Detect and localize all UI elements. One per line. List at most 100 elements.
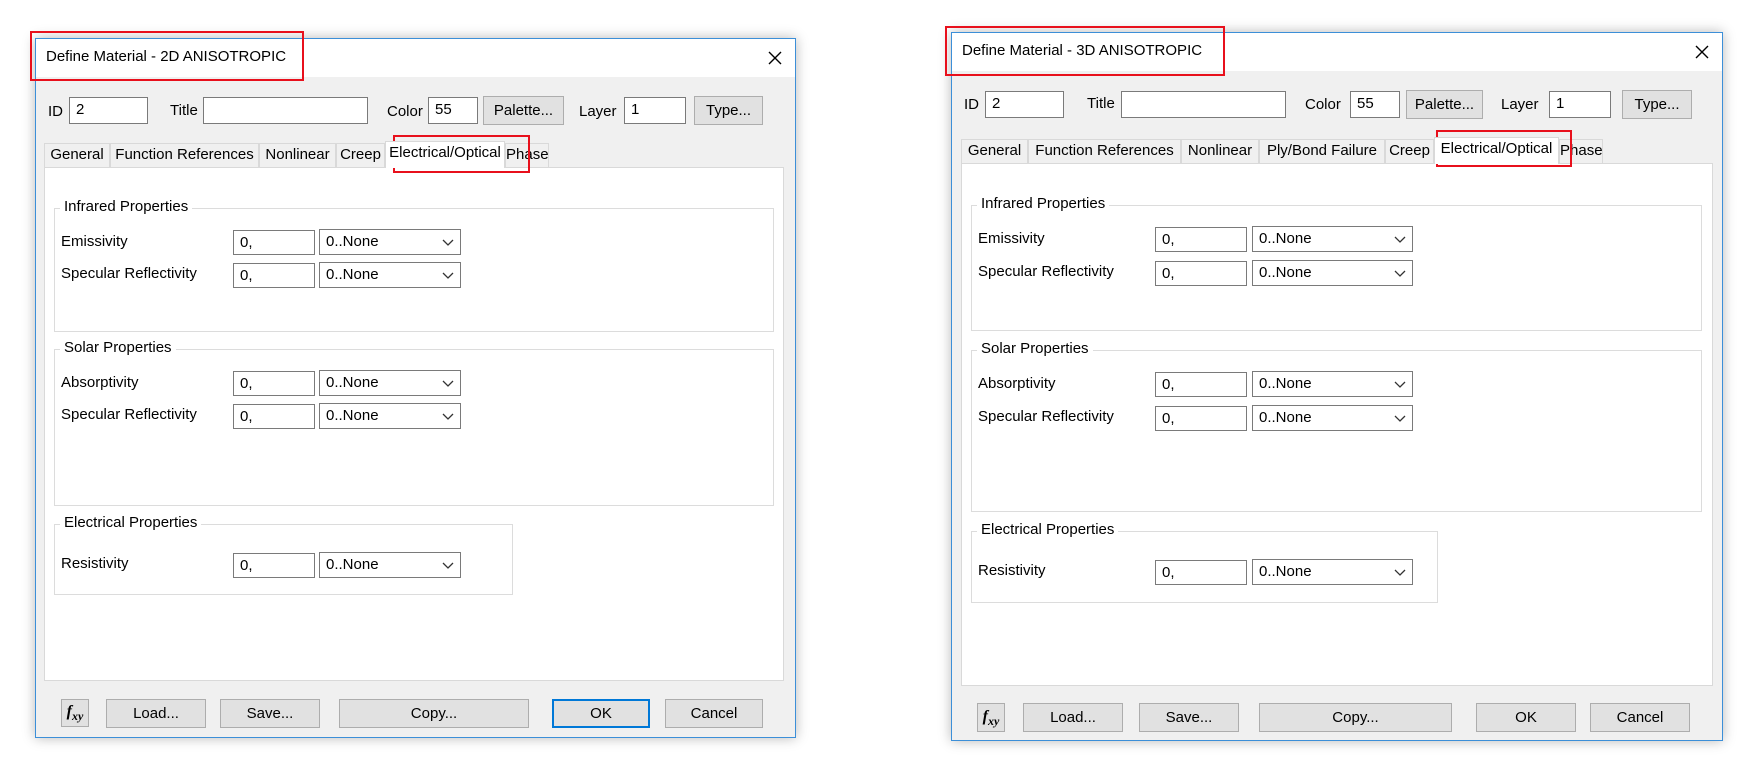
fxy-button[interactable]: fxy: [61, 699, 89, 727]
tab-ply-bond-failure[interactable]: Ply/Bond Failure: [1259, 139, 1385, 163]
layer-label: Layer: [579, 103, 617, 120]
fxy-sub: xy: [72, 709, 84, 724]
copy-button[interactable]: Copy...: [1259, 703, 1452, 732]
emissivity-input[interactable]: 0,: [233, 230, 315, 255]
tab-creep[interactable]: Creep: [336, 143, 385, 167]
group-infrared-properties: Infrared Properties Emissivity 0, 0..Non…: [971, 195, 1702, 331]
chevron-down-icon: [1394, 569, 1406, 576]
save-button[interactable]: Save...: [1139, 703, 1239, 732]
group-electrical-properties: Electrical Properties Resistivity 0, 0..…: [54, 514, 513, 595]
tab-general[interactable]: General: [44, 143, 110, 167]
load-button[interactable]: Load...: [1023, 703, 1123, 732]
tab-phase[interactable]: Phase: [1559, 139, 1603, 163]
type-button[interactable]: Type...: [694, 96, 763, 125]
color-input[interactable]: 55: [428, 97, 478, 124]
solar-specular-reflectivity-function-select[interactable]: 0..None: [319, 403, 461, 429]
ir-specular-reflectivity-function-select[interactable]: 0..None: [319, 262, 461, 288]
ok-button[interactable]: OK: [1476, 703, 1576, 732]
fxy-button[interactable]: fxy: [977, 703, 1005, 732]
palette-button[interactable]: Palette...: [483, 96, 564, 125]
palette-button[interactable]: Palette...: [1406, 90, 1483, 119]
select-value: 0..None: [326, 374, 379, 391]
chevron-down-icon: [1394, 236, 1406, 243]
color-input[interactable]: 55: [1350, 91, 1400, 118]
emissivity-label: Emissivity: [61, 233, 128, 250]
emissivity-label: Emissivity: [978, 230, 1045, 247]
tab-phase[interactable]: Phase: [505, 143, 549, 167]
solar-specular-reflectivity-input[interactable]: 0,: [233, 404, 315, 429]
id-input[interactable]: 2: [69, 97, 148, 124]
layer-label: Layer: [1501, 96, 1539, 113]
select-value: 0..None: [1259, 264, 1312, 281]
absorptivity-input[interactable]: 0,: [1155, 372, 1247, 397]
tab-electrical-optical[interactable]: Electrical/Optical: [1434, 137, 1559, 164]
layer-input[interactable]: 1: [624, 97, 686, 124]
absorptivity-label: Absorptivity: [61, 374, 139, 391]
specular-reflectivity-label: Specular Reflectivity: [978, 263, 1114, 280]
close-icon[interactable]: [761, 44, 789, 72]
resistivity-input[interactable]: 0,: [1155, 560, 1247, 585]
tab-strip: General Function References Nonlinear Cr…: [44, 141, 784, 168]
fxy-icon: fxy: [983, 708, 1000, 728]
solar-specular-reflectivity-function-select[interactable]: 0..None: [1252, 405, 1413, 431]
ir-specular-reflectivity-function-select[interactable]: 0..None: [1252, 260, 1413, 286]
absorptivity-function-select[interactable]: 0..None: [1252, 371, 1413, 397]
chevron-down-icon: [442, 239, 454, 246]
tab-general[interactable]: General: [961, 139, 1028, 163]
title-input[interactable]: [1121, 91, 1286, 118]
emissivity-input[interactable]: 0,: [1155, 227, 1247, 252]
group-title-solar: Solar Properties: [60, 339, 176, 356]
ir-specular-reflectivity-input[interactable]: 0,: [233, 263, 315, 288]
resistivity-function-select[interactable]: 0..None: [1252, 559, 1413, 585]
group-solar-properties: Solar Properties Absorptivity 0, 0..None…: [54, 339, 774, 506]
cancel-button[interactable]: Cancel: [1590, 703, 1690, 732]
close-icon[interactable]: [1688, 38, 1716, 66]
fxy-icon: fxy: [67, 703, 84, 724]
type-button[interactable]: Type...: [1622, 90, 1692, 119]
solar-specular-reflectivity-input[interactable]: 0,: [1155, 406, 1247, 431]
group-title-electrical: Electrical Properties: [977, 521, 1119, 538]
copy-button[interactable]: Copy...: [339, 699, 529, 728]
window-title: Define Material - 2D ANISOTROPIC: [46, 48, 287, 65]
dialog-2d-anisotropic: Define Material - 2D ANISOTROPIC ID 2 Ti…: [35, 38, 796, 738]
save-button[interactable]: Save...: [220, 699, 320, 728]
title-input[interactable]: [203, 97, 368, 124]
load-button[interactable]: Load...: [106, 699, 206, 728]
specular-reflectivity-label: Specular Reflectivity: [61, 265, 197, 282]
chevron-down-icon: [1394, 270, 1406, 277]
tab-electrical-optical[interactable]: Electrical/Optical: [385, 141, 505, 168]
tab-nonlinear[interactable]: Nonlinear: [1181, 139, 1259, 163]
absorptivity-function-select[interactable]: 0..None: [319, 370, 461, 396]
resistivity-function-select[interactable]: 0..None: [319, 552, 461, 578]
group-infrared-properties: Infrared Properties Emissivity 0, 0..Non…: [54, 198, 774, 332]
ir-specular-reflectivity-input[interactable]: 0,: [1155, 261, 1247, 286]
color-label: Color: [1305, 96, 1341, 113]
title-bar[interactable]: Define Material - 2D ANISOTROPIC: [36, 39, 795, 77]
ok-button[interactable]: OK: [552, 699, 650, 728]
absorptivity-input[interactable]: 0,: [233, 371, 315, 396]
select-value: 0..None: [1259, 230, 1312, 247]
cancel-button[interactable]: Cancel: [665, 699, 763, 728]
emissivity-function-select[interactable]: 0..None: [319, 229, 461, 255]
resistivity-label: Resistivity: [978, 562, 1046, 579]
group-solar-properties: Solar Properties Absorptivity 0, 0..None…: [971, 340, 1702, 512]
chevron-down-icon: [442, 272, 454, 279]
tab-function-references[interactable]: Function References: [110, 143, 259, 167]
id-label: ID: [48, 103, 63, 120]
layer-input[interactable]: 1: [1549, 91, 1611, 118]
resistivity-input[interactable]: 0,: [233, 553, 315, 578]
chevron-down-icon: [1394, 415, 1406, 422]
emissivity-function-select[interactable]: 0..None: [1252, 226, 1413, 252]
window-title: Define Material - 3D ANISOTROPIC: [962, 42, 1203, 59]
title-label: Title: [170, 102, 198, 119]
resistivity-label: Resistivity: [61, 555, 129, 572]
color-label: Color: [387, 103, 423, 120]
title-bar[interactable]: Define Material - 3D ANISOTROPIC: [952, 33, 1722, 71]
select-value: 0..None: [1259, 563, 1312, 580]
select-value: 0..None: [326, 556, 379, 573]
id-input[interactable]: 2: [985, 91, 1064, 118]
chevron-down-icon: [442, 380, 454, 387]
tab-creep[interactable]: Creep: [1385, 139, 1434, 163]
tab-nonlinear[interactable]: Nonlinear: [259, 143, 336, 167]
tab-function-references[interactable]: Function References: [1028, 139, 1181, 163]
